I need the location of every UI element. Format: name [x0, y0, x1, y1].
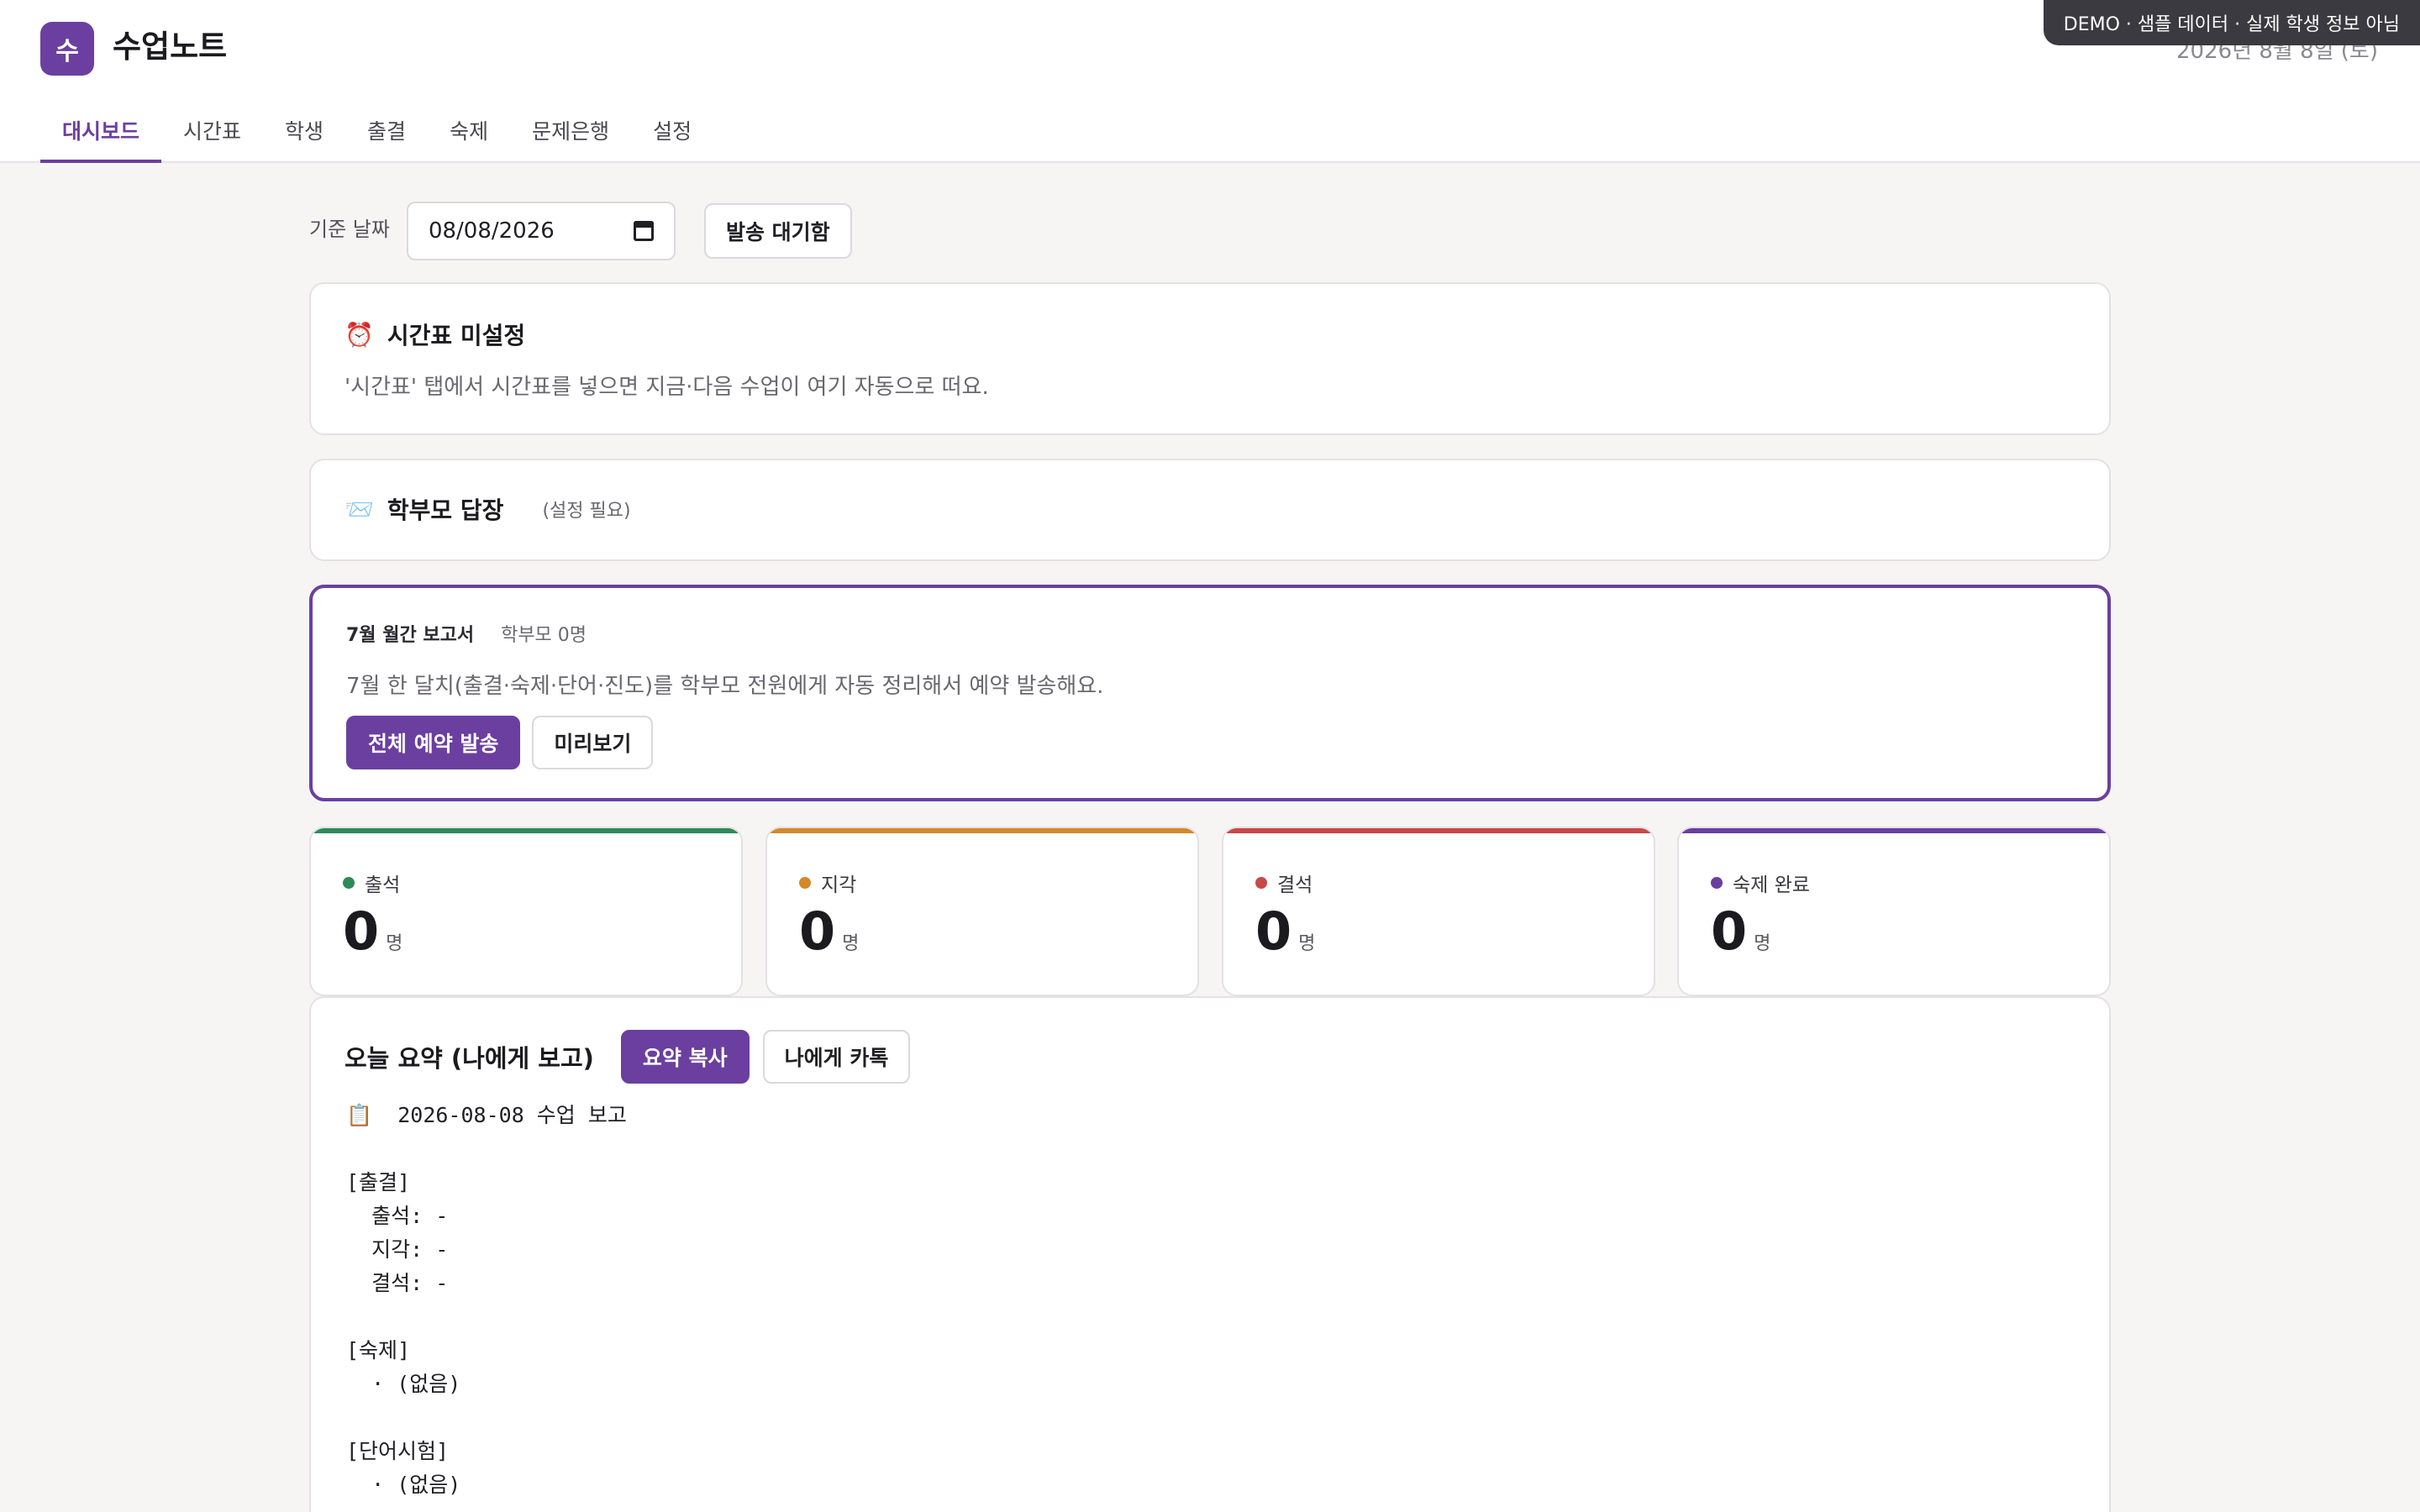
tab-settings[interactable]: 설정: [631, 101, 713, 163]
stat-label-text: 지각: [821, 874, 857, 896]
tab-attendance[interactable]: 출결: [345, 101, 428, 163]
monthly-report-parent-count: 학부모 0명: [501, 625, 587, 646]
stat-unit: 명: [1754, 933, 1771, 954]
stat-label-text: 출석: [365, 874, 401, 896]
copy-summary-button[interactable]: 요약 복사: [620, 1030, 750, 1084]
status-dot-icon: [1255, 877, 1267, 889]
timetable-title-text: 시간표 미설정: [387, 322, 526, 349]
stat-accent-bar: [1679, 828, 2109, 833]
date-input-value: 08/08/2026: [428, 218, 555, 244]
monthly-report-text: 7월 한 달치(출결·숙제·단어·진도)를 학부모 전원에게 자동 정리해서 예…: [346, 674, 1104, 699]
stat-value: 0 명: [1711, 900, 1770, 962]
stat-label: 출석: [343, 869, 400, 897]
monthly-report-header: 7월 월간 보고서 학부모 0명: [346, 620, 587, 647]
monthly-report-title: 7월 월간 보고서: [346, 625, 475, 646]
tab-students[interactable]: 학생: [263, 101, 345, 163]
daily-summary-card: 오늘 요약 (나에게 보고) 요약 복사 나에게 카톡 📋 2026-08-08…: [309, 996, 2111, 1512]
stat-value: 0 명: [1255, 900, 1315, 962]
stat-number: 0: [799, 900, 836, 962]
stat-label: 지각: [799, 869, 856, 897]
daily-summary-header: 오늘 요약 (나에게 보고) 요약 복사 나에게 카톡: [345, 1030, 911, 1084]
tab-dashboard[interactable]: 대시보드: [40, 101, 162, 163]
stat-card-absent: 결석 0 명: [1222, 827, 1655, 996]
stat-value: 0 명: [343, 900, 402, 962]
app-logo: 수: [40, 22, 94, 76]
top-header: 수 수업노트 2026년 8월 8일 (토) DEMO · 샘플 데이터 · 실…: [0, 0, 2420, 163]
parent-reply-note: (설정 필요): [542, 501, 631, 522]
parent-reply-title: 📨 학부모 답장 (설정 필요): [345, 492, 631, 526]
schedule-send-all-button[interactable]: 전체 예약 발송: [346, 716, 521, 769]
monthly-report-card: 7월 월간 보고서 학부모 0명 7월 한 달치(출결·숙제·단어·진도)를 학…: [309, 585, 2111, 801]
demo-badge: DEMO · 샘플 데이터 · 실제 학생 정보 아님: [2043, 0, 2420, 45]
tab-homework[interactable]: 숙제: [428, 101, 510, 163]
stat-label: 결석: [1255, 869, 1313, 897]
stat-number: 0: [1255, 900, 1292, 962]
date-input[interactable]: 08/08/2026: [406, 202, 676, 260]
stat-card-late: 지각 0 명: [765, 827, 1199, 996]
stat-label-text: 숙제 완료: [1733, 874, 1810, 896]
timetable-card-title: ⏰ 시간표 미설정: [345, 318, 525, 351]
monthly-report-actions: 전체 예약 발송 미리보기: [346, 716, 654, 769]
date-label: 기준 날짜: [309, 217, 390, 241]
stat-value: 0 명: [799, 900, 859, 962]
parent-reply-card: 📨 학부모 답장 (설정 필요): [309, 459, 2111, 561]
date-controls: 기준 날짜 08/08/2026 발송 대기함: [309, 202, 852, 260]
summary-report-text: 📋 2026-08-08 수업 보고 [출결] 출석: - 지각: - 결석: …: [346, 1103, 627, 1497]
stat-card-attendance: 출석 0 명: [309, 827, 743, 996]
stat-accent-bar: [1223, 828, 1654, 833]
inbox-icon: 📨: [345, 495, 374, 523]
status-dot-icon: [1711, 877, 1723, 889]
timetable-card-text: '시간표' 탭에서 시간표를 넣으면 지금·다음 수업이 여기 자동으로 떠요.: [345, 375, 989, 400]
stat-accent-bar: [767, 828, 1197, 833]
stat-unit: 명: [1298, 933, 1316, 954]
status-dot-icon: [799, 877, 811, 889]
stat-card-homework-done: 숙제 완료 0 명: [1677, 827, 2111, 996]
stat-label-text: 결석: [1277, 874, 1313, 896]
timetable-card: ⏰ 시간표 미설정 '시간표' 탭에서 시간표를 넣으면 지금·다음 수업이 여…: [309, 282, 2111, 435]
preview-button[interactable]: 미리보기: [532, 716, 654, 769]
stat-label: 숙제 완료: [1711, 869, 1810, 897]
stat-number: 0: [1711, 900, 1748, 962]
tab-question-bank[interactable]: 문제은행: [510, 101, 631, 163]
outbox-button[interactable]: 발송 대기함: [703, 203, 852, 259]
stat-unit: 명: [386, 933, 403, 954]
main-tabs: 대시보드 시간표 학생 출결 숙제 문제은행 설정: [40, 101, 713, 163]
calendar-icon[interactable]: [633, 221, 654, 241]
daily-summary-title: 오늘 요약 (나에게 보고): [345, 1044, 594, 1073]
stat-number: 0: [343, 900, 380, 962]
stat-accent-bar: [311, 828, 741, 833]
tab-timetable[interactable]: 시간표: [161, 101, 263, 163]
app-title: 수업노트: [113, 29, 228, 65]
status-dot-icon: [343, 877, 355, 889]
kakao-to-me-button[interactable]: 나에게 카톡: [762, 1030, 911, 1084]
parent-reply-title-text: 학부모 답장: [387, 496, 504, 524]
alarm-clock-icon: ⏰: [345, 320, 374, 349]
stat-unit: 명: [842, 933, 860, 954]
